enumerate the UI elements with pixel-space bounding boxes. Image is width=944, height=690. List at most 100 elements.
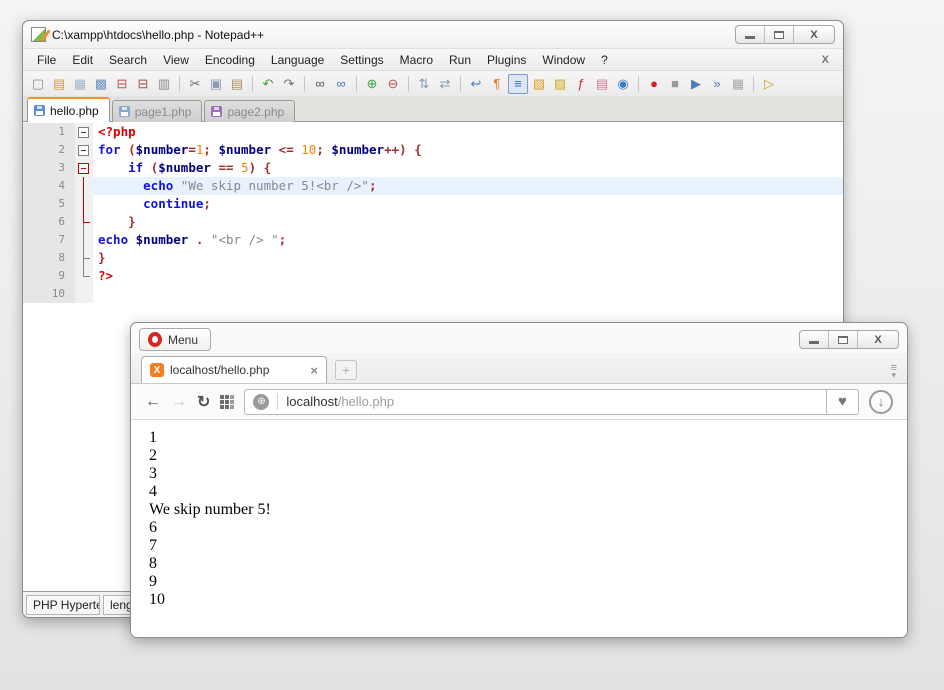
code-text: <?php [93, 123, 843, 141]
opera-titlebar[interactable]: Menu X [131, 323, 907, 353]
menu-item[interactable]: ? [593, 51, 616, 69]
run-icon[interactable]: ▷ [759, 74, 779, 94]
menu-item[interactable]: Language [263, 51, 332, 69]
url-text[interactable]: localhost/hello.php [286, 394, 394, 409]
minimize-button[interactable] [736, 26, 765, 43]
function-list-icon[interactable]: ƒ [571, 74, 591, 94]
fold-margin[interactable] [75, 285, 93, 303]
code-line[interactable]: 7echo $number . "<br /> "; [23, 231, 843, 249]
npp-tab-page1.php[interactable]: page1.php [112, 100, 203, 122]
zoom-out-icon[interactable]: ⊖ [383, 74, 403, 94]
speed-dial-icon[interactable] [220, 395, 234, 409]
save-icon[interactable]: ▦ [70, 74, 90, 94]
reload-button[interactable]: ↻ [197, 392, 210, 412]
close-button[interactable]: X [858, 331, 898, 348]
menu-item[interactable]: Encoding [197, 51, 263, 69]
fold-margin[interactable] [75, 177, 93, 195]
code-line[interactable]: 2for ($number=1; $number <= 10; $number+… [23, 141, 843, 159]
fold-margin[interactable] [75, 123, 93, 141]
back-button[interactable]: ← [145, 393, 161, 411]
tab-list-icon[interactable]: ≡ ▾ [891, 364, 897, 379]
code-line[interactable]: 4 echo "We skip number 5!<br />"; [23, 177, 843, 195]
doc-switcher-icon[interactable]: ▧ [529, 74, 549, 94]
save-macro-icon[interactable]: ▦ [728, 74, 748, 94]
npp-titlebar[interactable]: C:\xampp\htdocs\hello.php - Notepad++ X [23, 21, 843, 48]
npp-tab-page2.php[interactable]: page2.php [204, 100, 295, 122]
show-indent-guide-icon[interactable]: ≡ [508, 74, 528, 94]
line-number[interactable]: 9 [23, 267, 75, 285]
new-tab-button[interactable]: + [335, 360, 357, 380]
code-line[interactable]: 6 } [23, 213, 843, 231]
print-icon[interactable]: ▥ [154, 74, 174, 94]
code-line[interactable]: 10 [23, 285, 843, 303]
code-line[interactable]: 1 <?php [23, 123, 843, 141]
play-macro-icon[interactable]: ▶ [686, 74, 706, 94]
downloads-icon[interactable]: ↓ [869, 390, 893, 414]
line-number[interactable]: 1 [23, 123, 75, 141]
browser-tab-localhost[interactable]: X localhost/hello.php × [141, 356, 327, 383]
undo-icon[interactable]: ↶ [258, 74, 278, 94]
stop-macro-icon[interactable]: ■ [665, 74, 685, 94]
line-number[interactable]: 7 [23, 231, 75, 249]
line-number[interactable]: 8 [23, 249, 75, 267]
menu-item[interactable]: Window [534, 51, 593, 69]
opera-menu-button[interactable]: Menu [139, 328, 211, 351]
line-number[interactable]: 5 [23, 195, 75, 213]
fold-margin[interactable] [75, 195, 93, 213]
cut-icon[interactable]: ✂ [185, 74, 205, 94]
folder-as-workspace-icon[interactable]: ▤ [592, 74, 612, 94]
redo-icon[interactable]: ↷ [279, 74, 299, 94]
minimize-button[interactable] [800, 331, 829, 348]
menu-item[interactable]: Edit [64, 51, 101, 69]
maximize-button[interactable] [829, 331, 858, 348]
sync-vertical-scroll-icon[interactable]: ⇅ [414, 74, 434, 94]
new-file-icon[interactable]: ▢ [28, 74, 48, 94]
find-icon[interactable]: ∞ [310, 74, 330, 94]
document-map-icon[interactable]: ▨ [550, 74, 570, 94]
run-macro-multiple-icon[interactable]: » [707, 74, 727, 94]
close-button[interactable]: X [794, 26, 834, 43]
forward-button[interactable]: → [171, 393, 187, 411]
menu-item[interactable]: Search [101, 51, 155, 69]
code-line[interactable]: 9?> [23, 267, 843, 285]
menubar-close-icon[interactable]: X [814, 54, 837, 66]
menu-item[interactable]: Plugins [479, 51, 534, 69]
show-all-characters-icon[interactable]: ¶ [487, 74, 507, 94]
menu-item[interactable]: View [155, 51, 197, 69]
line-number[interactable]: 4 [23, 177, 75, 195]
line-number[interactable]: 6 [23, 213, 75, 231]
fold-margin[interactable] [75, 249, 93, 267]
line-number[interactable]: 2 [23, 141, 75, 159]
close-all-icon[interactable]: ⊟ [133, 74, 153, 94]
npp-tab-hello.php[interactable]: hello.php [27, 97, 110, 122]
sync-horizontal-scroll-icon[interactable]: ⇄ [435, 74, 455, 94]
maximize-button[interactable] [765, 26, 794, 43]
tab-close-icon[interactable]: × [310, 363, 318, 378]
menu-item[interactable]: Run [441, 51, 479, 69]
code-line[interactable]: 5 continue; [23, 195, 843, 213]
menu-item[interactable]: Macro [392, 51, 441, 69]
menu-item[interactable]: File [29, 51, 64, 69]
fold-margin[interactable] [75, 231, 93, 249]
menu-item[interactable]: Settings [332, 51, 391, 69]
fold-margin[interactable] [75, 267, 93, 285]
code-line[interactable]: 3 if ($number == 5) { [23, 159, 843, 177]
line-number[interactable]: 10 [23, 285, 75, 303]
zoom-in-icon[interactable]: ⊕ [362, 74, 382, 94]
replace-icon[interactable]: ∞ [331, 74, 351, 94]
line-number[interactable]: 3 [23, 159, 75, 177]
fold-margin[interactable] [75, 141, 93, 159]
save-all-icon[interactable]: ▩ [91, 74, 111, 94]
code-line[interactable]: 8} [23, 249, 843, 267]
fold-margin[interactable] [75, 213, 93, 231]
copy-icon[interactable]: ▣ [206, 74, 226, 94]
word-wrap-icon[interactable]: ↩ [466, 74, 486, 94]
monitoring-icon[interactable]: ◉ [613, 74, 633, 94]
open-file-icon[interactable]: ▤ [49, 74, 69, 94]
fold-margin[interactable] [75, 159, 93, 177]
close-icon[interactable]: ⊟ [112, 74, 132, 94]
record-macro-icon[interactable]: ● [644, 74, 664, 94]
bookmark-heart-icon[interactable]: ♥ [827, 389, 859, 415]
address-bar[interactable]: ⊕ localhost/hello.php [244, 389, 827, 415]
paste-icon[interactable]: ▤ [227, 74, 247, 94]
